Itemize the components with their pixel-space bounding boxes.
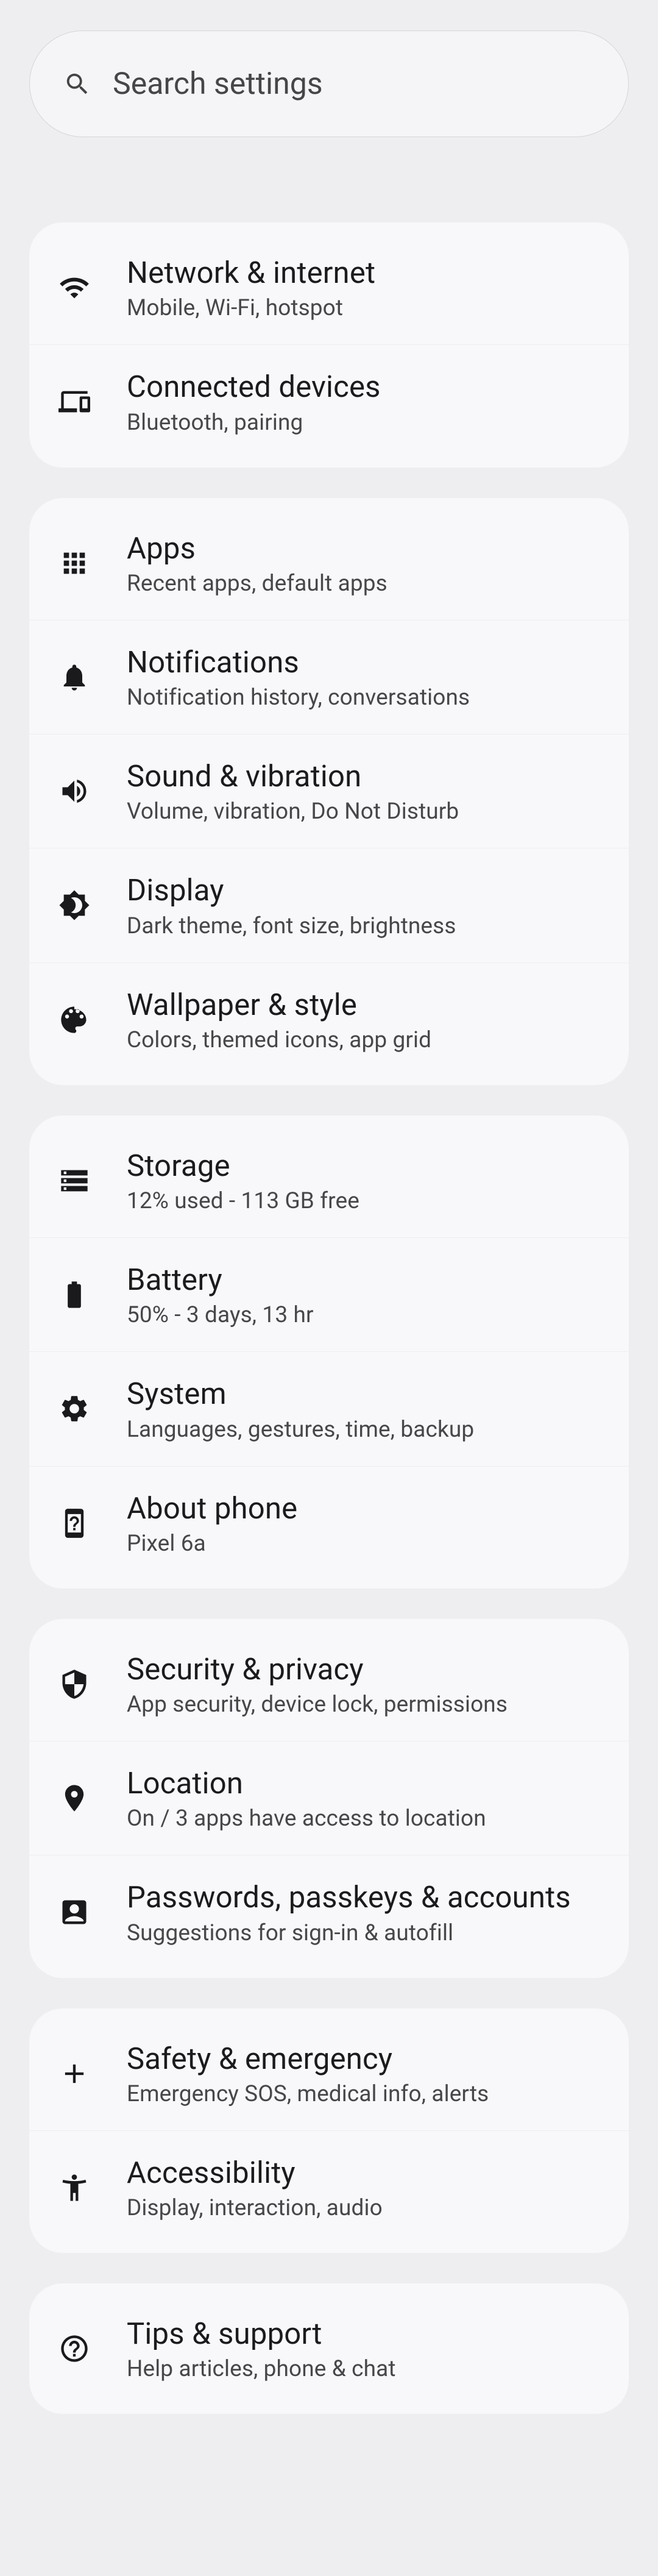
item-title: Passwords, passkeys & accounts <box>127 1879 571 1916</box>
settings-item[interactable]: Wallpaper & style Colors, themed icons, a… <box>29 963 629 1085</box>
item-text: Notifications Notification history, conve… <box>127 644 470 711</box>
item-text: Connected devices Bluetooth, pairing <box>127 368 381 435</box>
item-title: Accessibility <box>127 2154 383 2191</box>
storage-icon <box>58 1165 90 1197</box>
settings-group: Apps Recent apps, default apps Notificatio… <box>29 498 629 1085</box>
apps-icon <box>58 547 90 579</box>
notifications-icon <box>58 661 90 693</box>
settings-item[interactable]: Tips & support Help articles, phone & cha… <box>29 2283 629 2414</box>
settings-item[interactable]: Connected devices Bluetooth, pairing <box>29 345 629 467</box>
settings-item[interactable]: Security & privacy App security, device l… <box>29 1619 629 1742</box>
settings-item[interactable]: Display Dark theme, font size, brightness <box>29 849 629 962</box>
item-text: Safety & emergency Emergency SOS, medical… <box>127 2040 489 2107</box>
item-title: Storage <box>127 1147 359 1184</box>
settings-item[interactable]: About phone Pixel 6a <box>29 1467 629 1589</box>
item-title: Network & internet <box>127 254 375 291</box>
item-subtitle: Emergency SOS, medical info, alerts <box>127 2081 489 2107</box>
item-subtitle: Bluetooth, pairing <box>127 410 381 436</box>
item-subtitle: Pixel 6a <box>127 1531 297 1557</box>
item-subtitle: Suggestions for sign-in & autofill <box>127 1920 571 1946</box>
item-subtitle: Help articles, phone & chat <box>127 2356 396 2382</box>
item-subtitle: 12% used - 113 GB free <box>127 1188 359 1214</box>
item-subtitle: 50% - 3 days, 13 hr <box>127 1302 314 1328</box>
settings-item[interactable]: Storage 12% used - 113 GB free <box>29 1115 629 1238</box>
safety-icon <box>58 2058 90 2090</box>
item-subtitle: Colors, themed icons, app grid <box>127 1027 431 1053</box>
tips-icon <box>58 2333 90 2364</box>
accessibility-icon <box>58 2172 90 2204</box>
item-title: Connected devices <box>127 368 381 405</box>
system-icon <box>58 1393 90 1425</box>
item-subtitle: Recent apps, default apps <box>127 571 387 597</box>
item-subtitle: App security, device lock, permissions <box>127 1692 508 1718</box>
settings-item[interactable]: Safety & emergency Emergency SOS, medical… <box>29 2008 629 2131</box>
settings-item[interactable]: Apps Recent apps, default apps <box>29 498 629 621</box>
search-placeholder: Search settings <box>113 66 323 102</box>
item-subtitle: Dark theme, font size, brightness <box>127 913 456 939</box>
item-subtitle: Volume, vibration, Do Not Disturb <box>127 799 459 825</box>
item-subtitle: On / 3 apps have access to location <box>127 1806 486 1832</box>
settings-group: Tips & support Help articles, phone & cha… <box>29 2283 629 2414</box>
settings-group: Storage 12% used - 113 GB free Battery 50% … <box>29 1115 629 1589</box>
wallpaper-icon <box>58 1004 90 1036</box>
item-text: Display Dark theme, font size, brightness <box>127 872 456 939</box>
item-title: System <box>127 1375 474 1412</box>
settings-item[interactable]: System Languages, gestures, time, backup <box>29 1352 629 1466</box>
wifi-icon <box>58 272 90 304</box>
item-title: Security & privacy <box>127 1651 508 1688</box>
item-text: Storage 12% used - 113 GB free <box>127 1147 359 1214</box>
passwords-icon <box>58 1896 90 1928</box>
sound-icon <box>58 775 90 807</box>
settings-group: Safety & emergency Emergency SOS, medical… <box>29 2008 629 2254</box>
item-text: System Languages, gestures, time, backup <box>127 1375 474 1442</box>
item-subtitle: Display, interaction, audio <box>127 2195 383 2221</box>
devices-icon <box>58 386 90 418</box>
settings-item[interactable]: Sound & vibration Volume, vibration, Do N… <box>29 735 629 849</box>
search-bar[interactable]: Search settings <box>29 30 629 137</box>
item-text: Passwords, passkeys & accounts Suggestion… <box>127 1879 571 1946</box>
item-subtitle: Notification history, conversations <box>127 685 470 711</box>
settings-group: Network & internet Mobile, Wi-Fi, hotspot… <box>29 222 629 468</box>
item-text: Network & internet Mobile, Wi-Fi, hotspot <box>127 254 375 321</box>
display-icon <box>58 889 90 921</box>
item-title: Battery <box>127 1261 314 1298</box>
item-text: Accessibility Display, interaction, audio <box>127 2154 383 2221</box>
item-text: Sound & vibration Volume, vibration, Do N… <box>127 758 459 825</box>
item-title: Display <box>127 872 456 909</box>
settings-item[interactable]: Notifications Notification history, conve… <box>29 621 629 735</box>
settings-group: Security & privacy App security, device l… <box>29 1619 629 1978</box>
battery-icon <box>58 1279 90 1311</box>
item-title: Apps <box>127 530 387 567</box>
settings-item[interactable]: Battery 50% - 3 days, 13 hr <box>29 1238 629 1352</box>
settings-item[interactable]: Location On / 3 apps have access to locat… <box>29 1742 629 1856</box>
item-text: Location On / 3 apps have access to locat… <box>127 1765 486 1832</box>
item-title: About phone <box>127 1490 297 1527</box>
item-title: Notifications <box>127 644 470 681</box>
about-icon <box>58 1507 90 1539</box>
settings-list: Network & internet Mobile, Wi-Fi, hotspot… <box>29 222 629 2414</box>
settings-item[interactable]: Network & internet Mobile, Wi-Fi, hotspot <box>29 222 629 345</box>
item-title: Location <box>127 1765 486 1802</box>
item-title: Safety & emergency <box>127 2040 489 2077</box>
settings-item[interactable]: Passwords, passkeys & accounts Suggestion… <box>29 1856 629 1977</box>
item-text: Wallpaper & style Colors, themed icons, a… <box>127 986 431 1053</box>
location-icon <box>58 1782 90 1814</box>
item-text: Tips & support Help articles, phone & cha… <box>127 2315 396 2382</box>
security-icon <box>58 1668 90 1700</box>
item-title: Sound & vibration <box>127 758 459 795</box>
search-icon <box>63 70 91 98</box>
item-text: Battery 50% - 3 days, 13 hr <box>127 1261 314 1328</box>
item-text: Security & privacy App security, device l… <box>127 1651 508 1718</box>
item-subtitle: Languages, gestures, time, backup <box>127 1417 474 1443</box>
item-title: Wallpaper & style <box>127 986 431 1023</box>
item-title: Tips & support <box>127 2315 396 2352</box>
settings-item[interactable]: Accessibility Display, interaction, audio <box>29 2131 629 2253</box>
item-subtitle: Mobile, Wi-Fi, hotspot <box>127 295 375 321</box>
item-text: About phone Pixel 6a <box>127 1490 297 1557</box>
item-text: Apps Recent apps, default apps <box>127 530 387 597</box>
